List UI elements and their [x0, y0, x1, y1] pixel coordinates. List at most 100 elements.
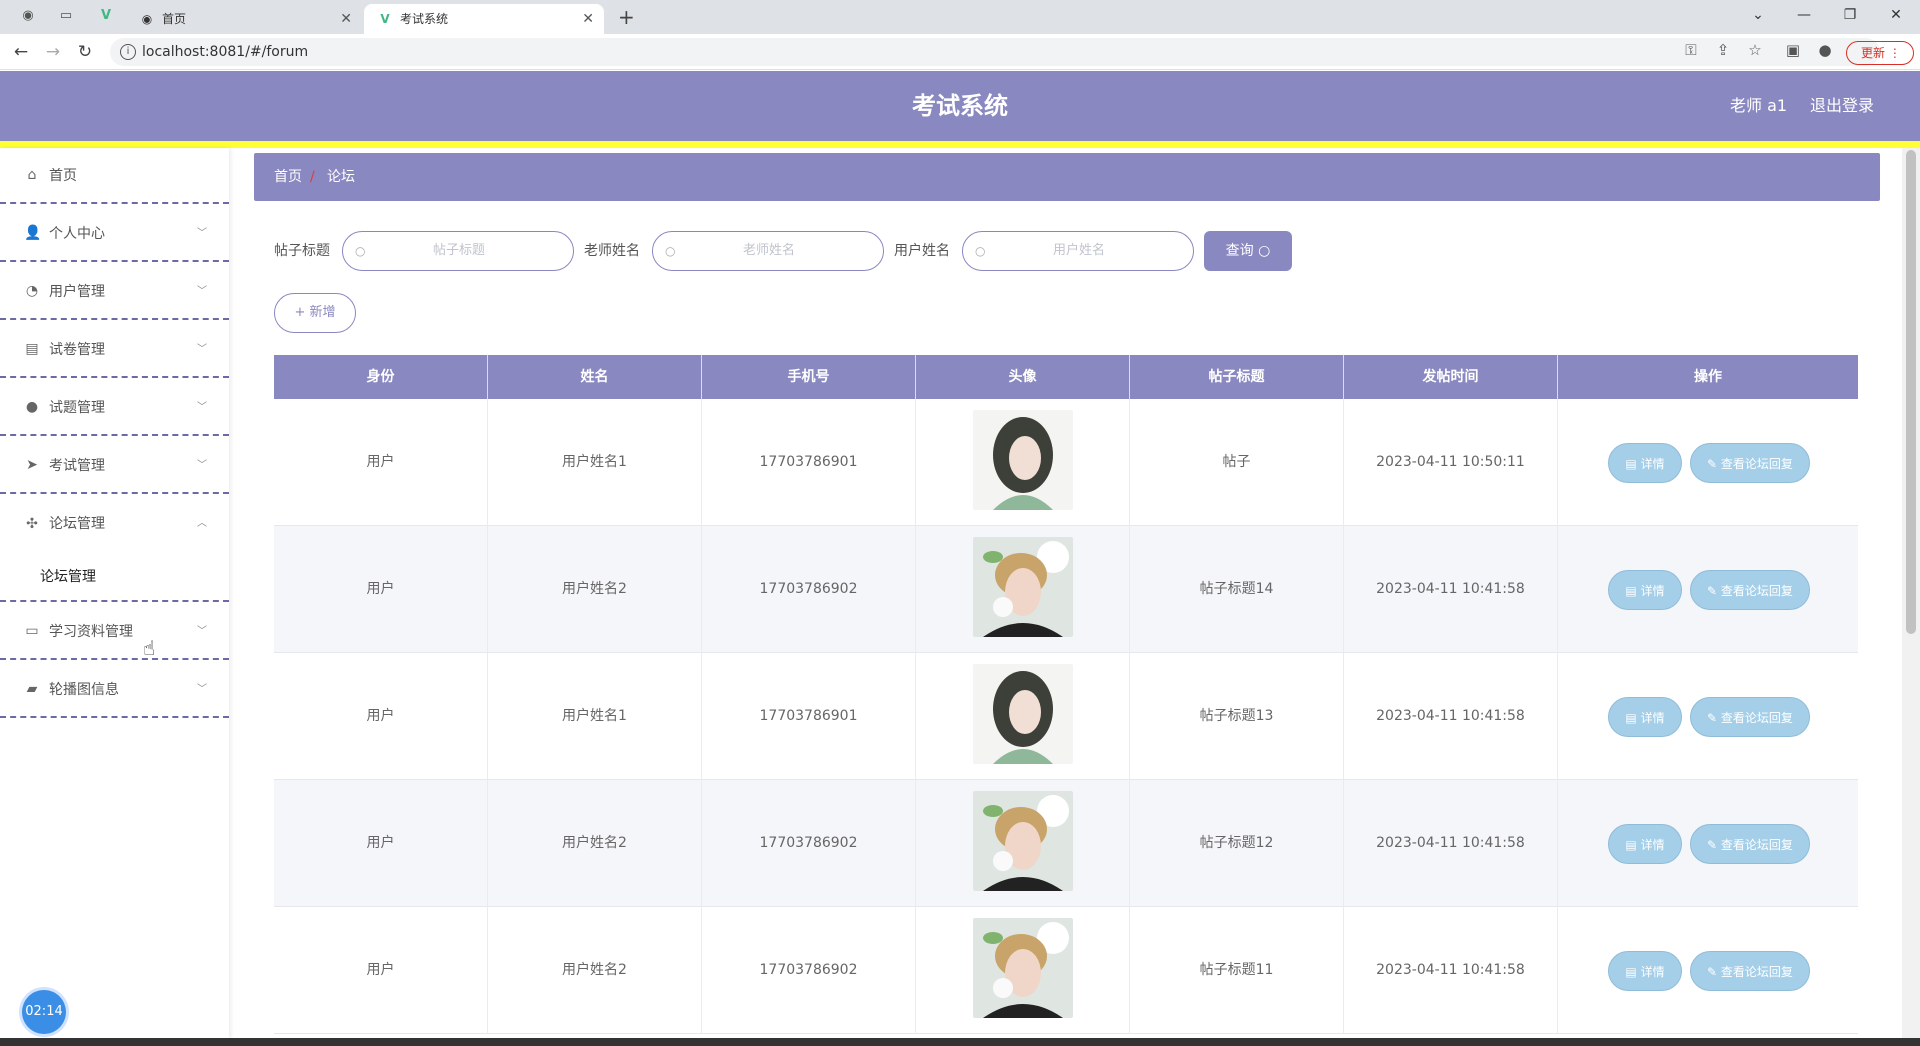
- app-title: 考试系统: [912, 92, 1008, 120]
- profile-icon[interactable]: ●: [1814, 41, 1836, 59]
- view-replies-button[interactable]: ✎ 查看论坛回复: [1690, 824, 1810, 864]
- header-actions: 操作: [1694, 369, 1722, 385]
- add-button[interactable]: + 新增: [274, 293, 356, 333]
- vue-icon: V: [380, 12, 390, 26]
- restore-button[interactable]: ❐: [1830, 4, 1870, 26]
- cell-phone: 17703786901: [702, 399, 916, 526]
- chevron-down-icon[interactable]: ⌄: [1738, 4, 1778, 26]
- cell-time: 2023-04-11 10:41:58: [1344, 526, 1558, 653]
- header-phone: 手机号: [702, 355, 916, 399]
- sidebar-item-label: 考试管理: [49, 458, 105, 474]
- url-field[interactable]: i localhost:8081/#/forum: [110, 38, 1880, 66]
- sidebar-item-profile[interactable]: 👤 个人中心 ﹀: [0, 206, 229, 262]
- logout-link[interactable]: 退出登录: [1810, 71, 1874, 141]
- view-replies-button[interactable]: ✎ 查看论坛回复: [1690, 570, 1810, 610]
- gauge-icon: ◔: [25, 283, 39, 299]
- detail-button[interactable]: ▤ 详情: [1608, 824, 1682, 864]
- cell-time: 2023-04-11 10:41:58: [1344, 907, 1558, 1034]
- cell-name: 用户姓名1: [488, 653, 702, 780]
- view-replies-button[interactable]: ✎ 查看论坛回复: [1690, 697, 1810, 737]
- info-icon[interactable]: i: [120, 44, 136, 60]
- cell-phone: 17703786902: [702, 907, 916, 1034]
- back-button[interactable]: ←: [10, 41, 32, 63]
- cell-time: 2023-04-11 10:41:58: [1344, 780, 1558, 907]
- cell-title: 帖子标题12: [1130, 780, 1344, 907]
- tab-label: 首页: [162, 12, 187, 26]
- cell-phone: 17703786901: [702, 653, 916, 780]
- cell-time: 2023-04-11 10:50:11: [1344, 399, 1558, 526]
- sidebar-item-materials[interactable]: ▭ 学习资料管理 ﹀: [0, 604, 229, 660]
- cell-actions: ▤ 详情 ✎ 查看论坛回复: [1558, 907, 1858, 1034]
- query-button[interactable]: 查询 ○: [1204, 231, 1292, 271]
- chat-icon: ▭: [25, 623, 39, 639]
- reply-label: 查看论坛回复: [1720, 584, 1793, 598]
- title-placeholder: 帖子标题: [432, 243, 485, 258]
- breadcrumb-home[interactable]: 首页: [274, 153, 302, 201]
- close-window-button[interactable]: ✕: [1876, 4, 1916, 26]
- sidebar-item-questions[interactable]: ● 试题管理 ﹀: [0, 380, 229, 436]
- reply-label: 查看论坛回复: [1720, 711, 1793, 725]
- scrollbar-thumb[interactable]: [1906, 150, 1916, 634]
- title-search-input[interactable]: ○ 帖子标题: [342, 231, 574, 271]
- chevron-down-icon: ﹀: [197, 684, 207, 695]
- sidebar-item-papers[interactable]: ▤ 试卷管理 ﹀: [0, 322, 229, 378]
- sidebar-item-label: 学习资料管理: [49, 624, 133, 640]
- detail-button[interactable]: ▤ 详情: [1608, 443, 1682, 483]
- sidebar-item-label: 论坛管理: [49, 516, 105, 532]
- chevron-down-icon: ﹀: [197, 460, 207, 471]
- globe-icon[interactable]: ◉: [20, 8, 36, 24]
- view-replies-button[interactable]: ✎ 查看论坛回复: [1690, 443, 1810, 483]
- search-form: 帖子标题 ○ 帖子标题 老师姓名 ○ 老师姓名 用户姓名 ○ 用户姓名 查询 ○: [274, 231, 1374, 271]
- globe-icon: ◉: [141, 12, 153, 26]
- sidebar-item-label: 首页: [49, 168, 77, 184]
- forum-table: 身份 姓名 手机号 头像 帖子标题 发帖时间 操作 用户 用户姓名1 17703…: [274, 355, 1858, 1034]
- breadcrumb-separator: /: [310, 169, 315, 185]
- detail-button[interactable]: ▤ 详情: [1608, 951, 1682, 991]
- vue-icon[interactable]: V: [98, 8, 114, 24]
- bulb-icon: ●: [25, 399, 39, 415]
- chevron-down-icon: ﹀: [197, 286, 207, 297]
- tab-home[interactable]: ◉ 首页 ✕: [126, 4, 362, 34]
- sidebar-item-forum[interactable]: ✣ 论坛管理 ︿: [0, 496, 229, 552]
- detail-button[interactable]: ▤ 详情: [1608, 697, 1682, 737]
- teacher-placeholder: 老师姓名: [742, 243, 795, 258]
- cell-role: 用户: [274, 399, 488, 526]
- key-icon[interactable]: ⚿: [1680, 41, 1702, 59]
- send-icon: ➤: [26, 457, 38, 473]
- url-text: localhost:8081/#/forum: [142, 44, 309, 60]
- user-search-input[interactable]: ○ 用户姓名: [962, 231, 1194, 271]
- close-icon[interactable]: ✕: [582, 4, 594, 34]
- cell-name: 用户姓名2: [488, 780, 702, 907]
- header-role: 身份: [274, 355, 488, 399]
- header-avatar: 头像: [916, 355, 1130, 399]
- sidepanel-icon[interactable]: ▣: [1782, 41, 1804, 59]
- timer-badge[interactable]: 02:14: [22, 990, 66, 1034]
- user-icon: 👤: [24, 225, 42, 241]
- reply-label: 查看论坛回复: [1720, 965, 1793, 979]
- compass-icon: ✣: [26, 516, 38, 532]
- detail-button[interactable]: ▤ 详情: [1608, 570, 1682, 610]
- minimize-button[interactable]: —: [1784, 4, 1824, 26]
- sidebar-subitem-forum-management[interactable]: 论坛管理: [0, 552, 229, 602]
- sidebar-item-carousel[interactable]: ▰ 轮播图信息 ﹀: [0, 662, 229, 718]
- sidebar-item-label: 轮播图信息: [49, 682, 119, 698]
- close-icon[interactable]: ✕: [340, 4, 352, 34]
- sidebar-item-users[interactable]: ◔ 用户管理 ﹀: [0, 264, 229, 320]
- sidebar-item-exams[interactable]: ➤ 考试管理 ﹀: [0, 438, 229, 494]
- new-tab-button[interactable]: +: [618, 5, 635, 29]
- tab-exam-system[interactable]: V 考试系统 ✕: [364, 4, 604, 34]
- share-icon[interactable]: ⇪: [1712, 41, 1734, 59]
- update-button[interactable]: 更新 ⋮: [1846, 41, 1914, 65]
- forward-button[interactable]: →: [42, 41, 64, 63]
- query-label: 查询: [1225, 243, 1254, 259]
- teacher-search-input[interactable]: ○ 老师姓名: [652, 231, 884, 271]
- reply-label: 查看论坛回复: [1720, 838, 1793, 852]
- star-icon[interactable]: ☆: [1744, 41, 1766, 59]
- reload-button[interactable]: ↻: [74, 41, 96, 63]
- header-name: 姓名: [488, 355, 702, 399]
- header-accent-line: [0, 141, 1920, 148]
- page-scrollbar[interactable]: [1902, 148, 1920, 1038]
- page-icon[interactable]: ▭: [58, 8, 74, 24]
- view-replies-button[interactable]: ✎ 查看论坛回复: [1690, 951, 1810, 991]
- sidebar-item-home[interactable]: ⌂ 首页: [0, 148, 229, 204]
